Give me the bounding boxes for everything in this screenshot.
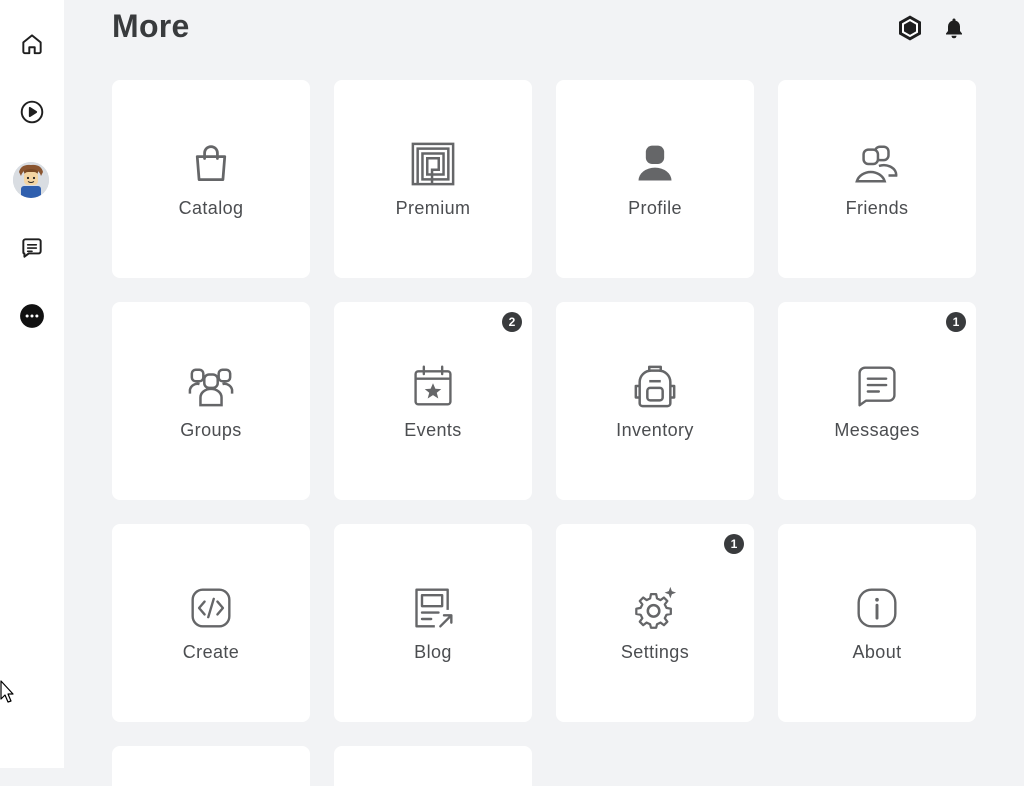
tile-messages[interactable]: Messages 1 (778, 302, 976, 500)
nav-chat-button[interactable] (12, 228, 52, 268)
messages-icon (853, 362, 901, 410)
robux-button[interactable] (894, 12, 926, 44)
tile-label: Inventory (616, 420, 694, 440)
tile-label: Create (182, 642, 240, 662)
info-icon (853, 584, 901, 632)
mouse-cursor-icon (0, 680, 14, 703)
notification-badge: 1 (724, 534, 744, 554)
code-icon (187, 584, 235, 632)
tile-label: Blog (414, 642, 452, 662)
tile-settings[interactable]: Settings 1 (556, 524, 754, 722)
robux-icon (899, 15, 921, 41)
home-icon (22, 34, 42, 55)
tile-label: Profile (628, 198, 682, 218)
tile-groups[interactable]: Groups (112, 302, 310, 500)
sidebar (0, 0, 64, 768)
backpack-icon (631, 362, 679, 410)
notification-badge: 2 (502, 312, 522, 332)
calendar-icon (409, 362, 457, 410)
blog-icon (409, 584, 457, 632)
nav-more-button[interactable] (12, 296, 52, 336)
tile-profile[interactable]: Profile (556, 80, 754, 278)
tile-label: Catalog (178, 198, 244, 218)
friends-icon (853, 140, 901, 188)
bell-icon (946, 18, 962, 39)
tile-label: Premium (395, 198, 471, 218)
page-title: More (112, 8, 190, 44)
more-menu-grid: Catalog Premium Profile Friends Groups E… (112, 80, 976, 722)
tile-catalog[interactable]: Catalog (112, 80, 310, 278)
tile-about[interactable]: About (778, 524, 976, 722)
avatar[interactable] (13, 162, 49, 198)
gear-icon (631, 584, 679, 632)
tile-premium[interactable]: Premium (334, 80, 532, 278)
chat-icon (22, 238, 42, 258)
tile-label: Messages (834, 420, 920, 440)
tile-blog[interactable]: Blog (334, 524, 532, 722)
more-icon (20, 304, 44, 328)
avatar-image (13, 162, 49, 198)
tile-label: Events (404, 420, 462, 440)
groups-icon (187, 362, 235, 410)
premium-icon (409, 140, 457, 188)
tile-label: Friends (845, 198, 909, 218)
tile-partial[interactable] (334, 746, 532, 786)
tile-partial[interactable] (112, 746, 310, 786)
notifications-button[interactable] (938, 12, 970, 44)
shopping-bag-icon (187, 140, 235, 188)
nav-home-button[interactable] (12, 24, 52, 64)
play-icon (20, 100, 44, 124)
tile-label: Settings (620, 642, 690, 662)
nav-play-button[interactable] (12, 92, 52, 132)
tile-label: About (852, 642, 902, 662)
tile-create[interactable]: Create (112, 524, 310, 722)
notification-badge: 1 (946, 312, 966, 332)
tile-events[interactable]: Events 2 (334, 302, 532, 500)
tile-label: Groups (180, 420, 242, 440)
tile-friends[interactable]: Friends (778, 80, 976, 278)
tile-inventory[interactable]: Inventory (556, 302, 754, 500)
profile-icon (631, 140, 679, 188)
